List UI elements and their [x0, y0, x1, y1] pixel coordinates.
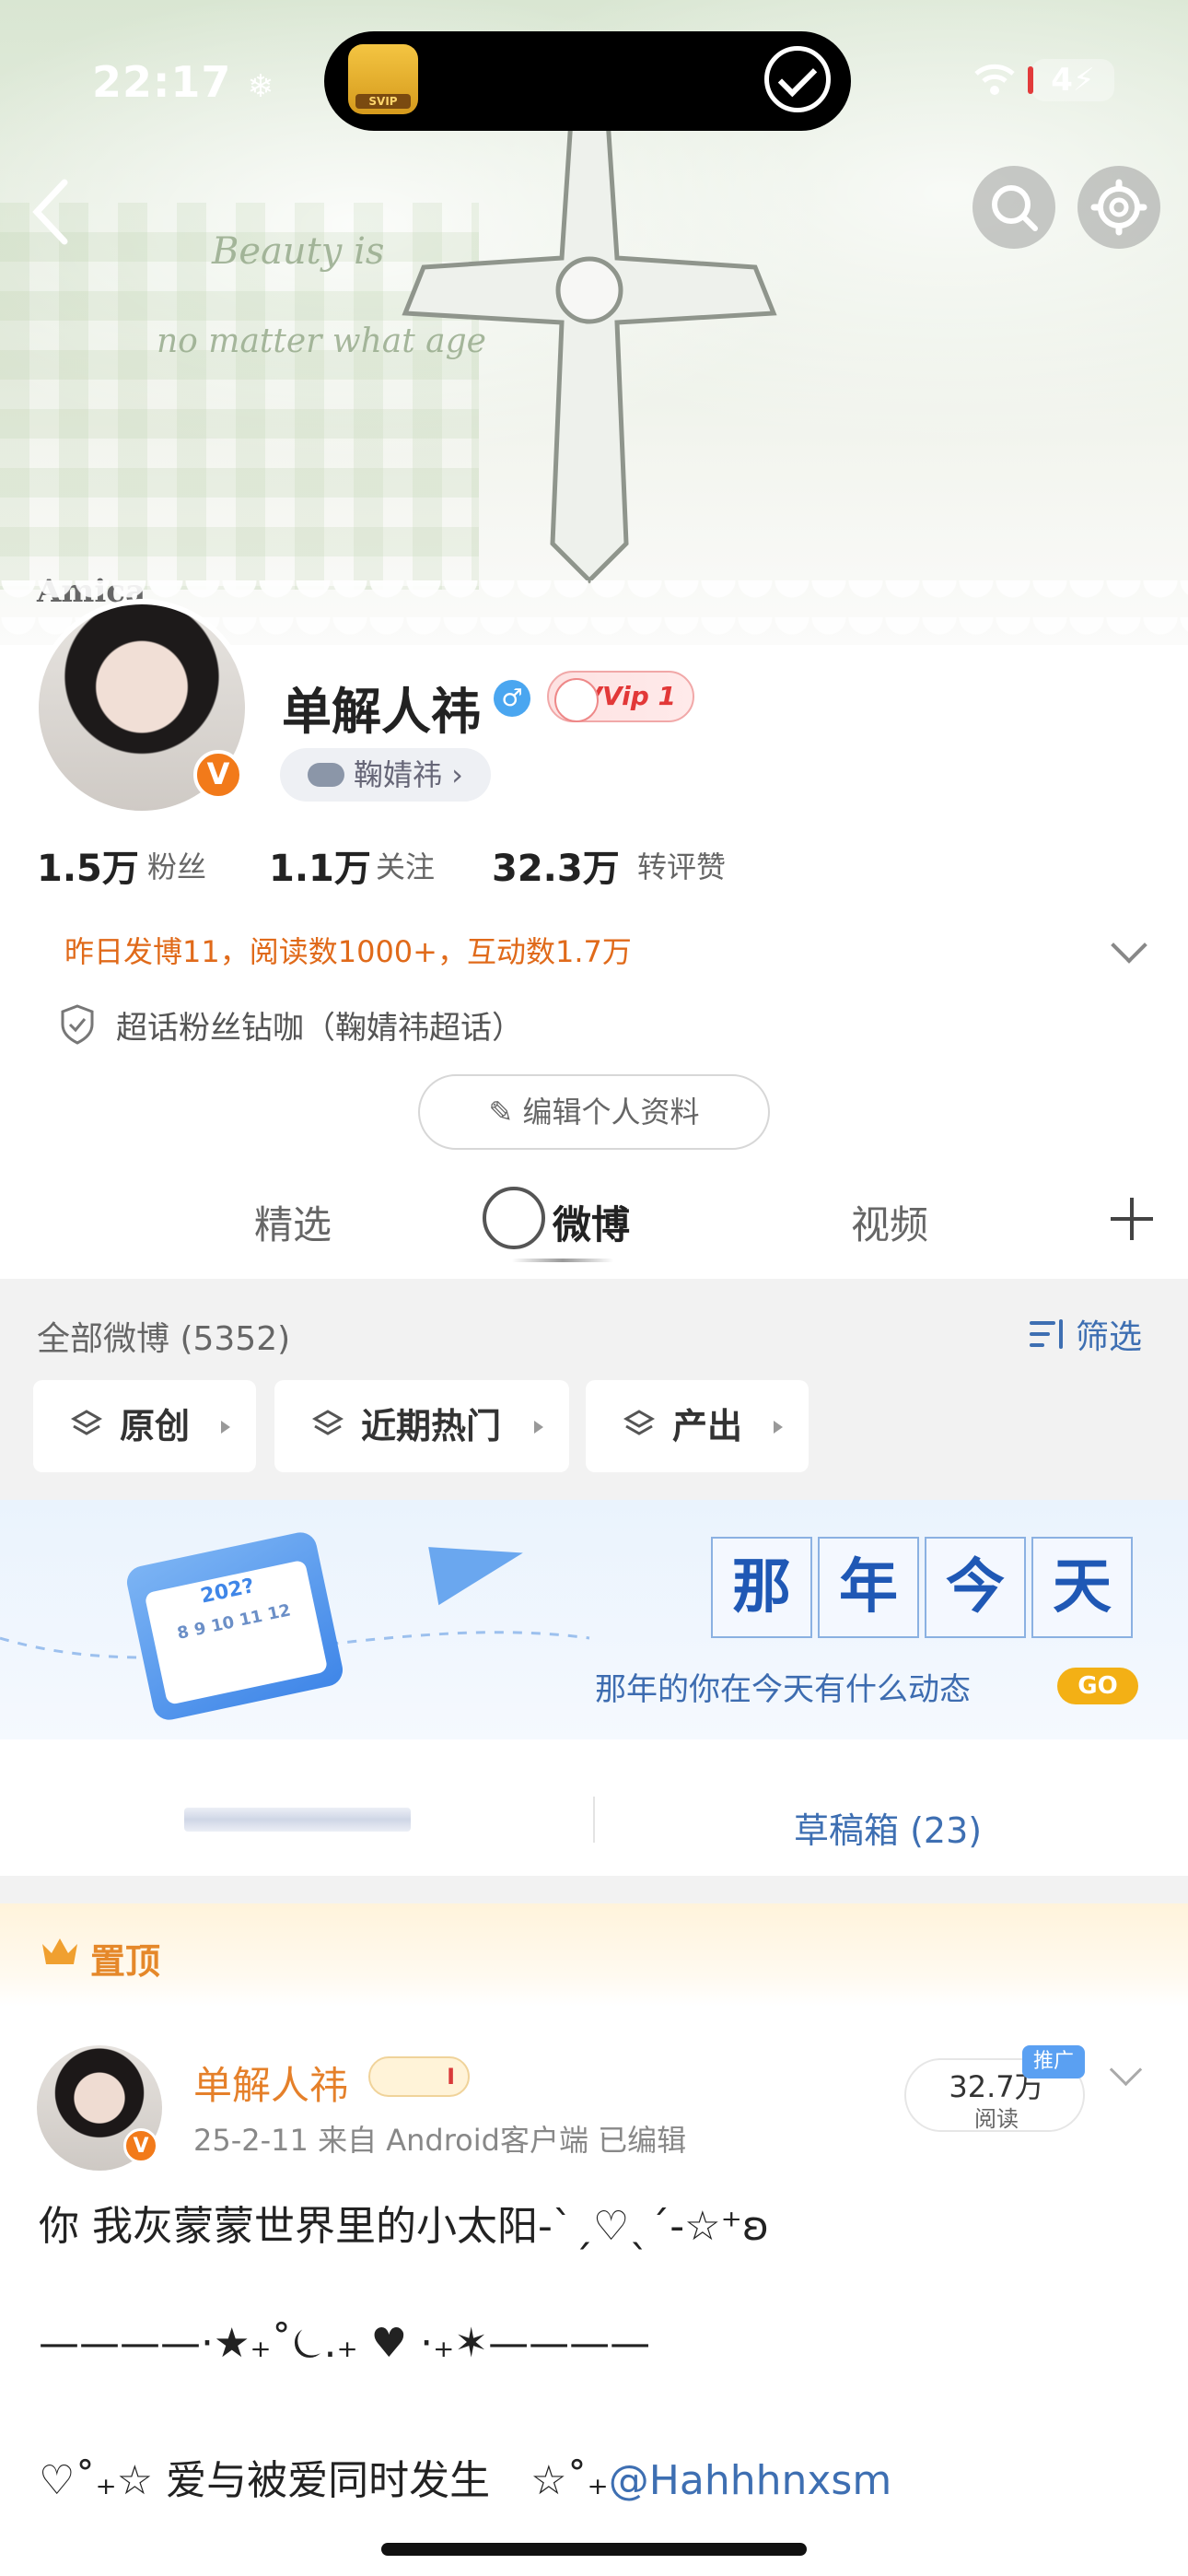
- post-text-line-3: ♡˚₊☆ 爱与被爱同时发生 ☆˚₊@Hahhhnxsm: [39, 2447, 891, 2506]
- fan-badge-text[interactable]: 超话粉丝钻咖（鞠婧祎超话）: [116, 1002, 523, 1048]
- checkmark-icon: [764, 46, 831, 112]
- verified-badge: V: [123, 2128, 158, 2163]
- filter-button[interactable]: 筛选: [1076, 1310, 1142, 1358]
- vip-mascot-icon: [554, 678, 599, 722]
- stat-followers-count[interactable]: 1.5万: [37, 838, 139, 892]
- tab-featured[interactable]: 精选: [254, 1194, 332, 1250]
- chaohua-tag[interactable]: 鞠婧祎 ›: [280, 748, 491, 802]
- post-text-line-2: ————·★₊˚⏾.₊ ♥ ·₊✶————: [39, 2320, 651, 2367]
- stat-interactions-label: 转评赞: [637, 849, 727, 884]
- crown-icon: [42, 1938, 77, 1964]
- title-char-3: 今: [925, 1537, 1026, 1638]
- caret-right-icon: [534, 1421, 543, 1434]
- post-text-line-3-body: ♡˚₊☆ 爱与被爱同时发生 ☆˚₊: [39, 2457, 609, 2504]
- add-tab-plus-icon[interactable]: [1111, 1198, 1153, 1240]
- status-time: 22:17 ❄: [92, 57, 274, 107]
- caret-right-icon: [774, 1421, 783, 1434]
- stat-followers-label: 粉丝: [147, 849, 207, 884]
- shield-icon: [61, 1004, 94, 1045]
- chip-output-label: 产出: [672, 1406, 743, 1446]
- pinned-label: 置顶: [90, 1941, 161, 1982]
- tab-weibo[interactable]: 微博: [553, 1194, 630, 1250]
- edit-profile-button[interactable]: ✎ 编辑个人资料: [418, 1074, 770, 1150]
- gear-icon: [1090, 179, 1147, 236]
- title-char-1: 那: [711, 1537, 812, 1638]
- promote-tag[interactable]: 推广: [1022, 2045, 1085, 2078]
- verified-badge: V: [193, 750, 243, 800]
- section-divider: [0, 1876, 1188, 1903]
- drafts-link[interactable]: 草稿箱 (23): [794, 1802, 982, 1853]
- all-weibo-count: 全部微博 (5352): [37, 1320, 291, 1358]
- search-button[interactable]: [973, 166, 1055, 249]
- battery-icon: 4⚡: [1028, 59, 1114, 101]
- layers-icon: [623, 1410, 656, 1435]
- male-gender-icon: ♂: [494, 680, 530, 717]
- draft-left-placeholder[interactable]: [184, 1808, 411, 1832]
- chip-output[interactable]: 产出: [586, 1380, 809, 1472]
- profile-username: 单解人祎: [282, 683, 481, 741]
- draft-divider: [593, 1797, 595, 1843]
- cloud-icon: [308, 763, 344, 787]
- svip-tag: SVIP: [355, 94, 411, 109]
- stat-interactions-count[interactable]: 32.3万: [492, 838, 620, 892]
- search-icon: [992, 185, 1038, 231]
- layers-icon: [311, 1410, 344, 1435]
- tab-active-indicator: [512, 1259, 613, 1262]
- post-meta: 25-2-11 来自 Android客户端 已编辑: [193, 2123, 687, 2158]
- chip-original[interactable]: 原创: [33, 1380, 256, 1472]
- tab-video[interactable]: 视频: [851, 1194, 928, 1250]
- back-arrow-icon[interactable]: [28, 175, 74, 249]
- promo-go-button[interactable]: GO: [1057, 1668, 1138, 1704]
- title-char-4: 天: [1031, 1537, 1133, 1638]
- stat-following-count[interactable]: 1.1万: [269, 838, 371, 892]
- caret-right-icon: [221, 1421, 230, 1434]
- wifi-icon: [974, 64, 1015, 95]
- chip-recent-hot-label: 近期热门: [361, 1406, 502, 1446]
- post-author-name[interactable]: 单解人祎: [193, 2055, 348, 2111]
- author-vip-badge: I: [368, 2056, 470, 2097]
- chaohua-label: 鞠婧祎 ›: [354, 757, 463, 792]
- weibo-tab-moon-icon: [483, 1187, 545, 1249]
- vvip-badge[interactable]: VVip 1: [547, 671, 694, 722]
- cover-script-text-1: Beauty is: [212, 230, 385, 273]
- filter-icon[interactable]: [1028, 1316, 1068, 1352]
- settings-button[interactable]: [1077, 166, 1160, 249]
- home-indicator[interactable]: [381, 2543, 807, 2556]
- chip-original-label: 原创: [120, 1406, 191, 1446]
- cover-cross-illustration: [402, 117, 777, 584]
- promo-subtitle: 那年的你在今天有什么动态: [595, 1671, 971, 1708]
- pencil-icon: ✎: [488, 1095, 514, 1130]
- pinned-header: [0, 1903, 1188, 2007]
- chevron-down-icon[interactable]: [1111, 927, 1147, 964]
- read-label: 阅读: [974, 2106, 1019, 2132]
- mention-link[interactable]: @Hahhhnxsm: [609, 2457, 891, 2504]
- chip-recent-hot[interactable]: 近期热门: [274, 1380, 569, 1472]
- calendar-sheet: 202? 8 9 10 11 12: [144, 1559, 329, 1705]
- activity-summary[interactable]: 昨日发博11，阅读数1000+，互动数1.7万: [64, 929, 632, 971]
- post-text-line-1: 你 我灰蒙蒙世界里的小太阳-ˋˏ♡ˎˊ-☆⁺ʚ: [39, 2203, 770, 2250]
- stat-following-label: 关注: [376, 849, 436, 884]
- title-char-2: 年: [818, 1537, 919, 1638]
- weibo-app-icon: SVIP: [348, 44, 418, 114]
- layers-icon: [70, 1410, 103, 1435]
- chevron-down-icon[interactable]: [1109, 2053, 1143, 2087]
- edit-profile-label: 编辑个人资料: [522, 1095, 700, 1130]
